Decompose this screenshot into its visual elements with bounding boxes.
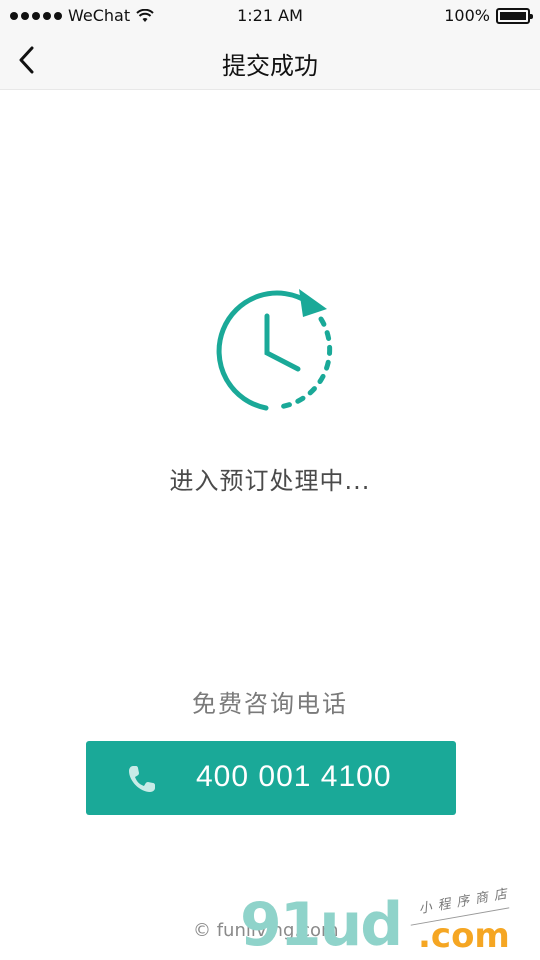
page-title: 提交成功 [222,52,318,80]
clock-rotate-icon [216,289,333,411]
consult-hotline-label: 免费咨询电话 [192,690,348,718]
watermark-logo: 91ud 小程序商店 .com [240,886,540,960]
battery-percent: 100% [444,6,490,25]
watermark-brand: 91ud [240,890,403,960]
status-right: 100% [444,6,533,25]
processing-status-text: 进入预订处理中... [169,467,371,495]
nav-bar: 提交成功 [0,30,540,90]
watermark-domain: .com [418,916,510,956]
main-content: 进入预订处理中... 免费咨询电话 400 001 4100 © funlivi… [0,91,540,960]
phone-icon [129,766,155,792]
call-hotline-button[interactable]: 400 001 4100 [86,741,456,815]
battery-icon [496,7,533,24]
hotline-number: 400 001 4100 [196,760,392,793]
status-bar: WeChat 1:21 AM 100% [0,0,540,30]
